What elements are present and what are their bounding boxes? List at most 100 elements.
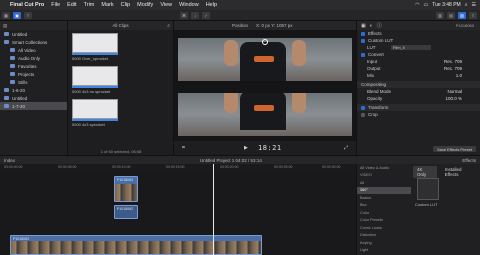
clip-item[interactable]: 5000 Over_sprocket xyxy=(72,33,118,61)
color-inspector-icon[interactable]: ◐ xyxy=(370,23,373,29)
smart-collections[interactable]: Smart Collections xyxy=(0,38,67,46)
opacity-value[interactable]: 100.0 % xyxy=(445,96,462,101)
collection-stills[interactable]: Stills xyxy=(0,78,67,86)
effects-category[interactable]: Light xyxy=(357,247,411,255)
effects-checkbox[interactable] xyxy=(361,31,365,36)
menu-edit[interactable]: Edit xyxy=(67,2,76,8)
collection-audio-only[interactable]: Audio Only xyxy=(0,54,67,62)
convert-row[interactable]: Convert xyxy=(357,51,480,58)
fullscreen-icon[interactable]: ⤢ xyxy=(344,145,348,151)
connected-clip[interactable]: P1018063 xyxy=(114,176,138,202)
clip-thumbnail[interactable] xyxy=(72,99,118,119)
effect-thumb-label: Custom LUT xyxy=(415,202,438,207)
timecode-display[interactable]: 18:21 xyxy=(258,144,282,152)
collection-projects[interactable]: Projects xyxy=(0,70,67,78)
viewer: Position X: 0 px Y: 1057 px ⌗ ▶ 18:21 ⤢ xyxy=(174,21,356,155)
timeline[interactable]: P1018063 P1018062 P1018063 xyxy=(0,173,356,255)
effects-category[interactable]: Basics xyxy=(357,194,411,202)
transform-checkbox[interactable] xyxy=(361,105,365,110)
mix-value[interactable]: 1.0 xyxy=(456,73,462,78)
event-1-6-20[interactable]: 1-6-20 xyxy=(0,86,67,94)
custom-lut-effect-thumbnail[interactable] xyxy=(417,178,439,200)
collection-favorites[interactable]: Favorites xyxy=(0,62,67,70)
libraries-toggle-icon[interactable]: ▦ xyxy=(2,12,10,19)
index-button[interactable]: Index xyxy=(4,158,15,163)
menu-modify[interactable]: Modify xyxy=(137,2,153,8)
transform-section[interactable]: Transform xyxy=(357,104,480,111)
video-frame-bottom[interactable] xyxy=(178,93,352,136)
crop-checkbox[interactable] xyxy=(361,112,365,117)
menu-help[interactable]: Help xyxy=(206,2,217,8)
effects-category[interactable]: Blur xyxy=(357,202,411,210)
share-icon[interactable]: ⇪ xyxy=(469,12,477,19)
play-icon[interactable]: ▶ xyxy=(244,145,248,151)
transform-tool-icon[interactable]: ⌗ xyxy=(182,145,185,151)
key-icon[interactable]: ⌘ xyxy=(180,12,188,19)
wifi-icon[interactable]: ◠ xyxy=(415,2,419,8)
output-value[interactable]: Rec. 709 xyxy=(444,66,462,71)
custom-lut-row[interactable]: Custom LUT xyxy=(357,37,480,44)
browser-layout-icon[interactable]: ▥ xyxy=(436,12,444,19)
effects-category[interactable]: Distortion xyxy=(357,232,411,240)
transform-handle-icon[interactable] xyxy=(262,39,268,45)
import-icon[interactable]: ↓ xyxy=(191,12,199,19)
timeline-ruler[interactable]: 00:00:00:00 00:00:05:00 00:00:10:00 00:0… xyxy=(0,164,356,173)
tab-installed-effects[interactable]: Installed Effects xyxy=(441,166,480,178)
opacity-label: Opacity xyxy=(367,96,383,101)
video-frame-top[interactable] xyxy=(178,38,352,81)
effects-category[interactable]: All xyxy=(357,179,411,187)
menu-window[interactable]: Window xyxy=(179,2,199,8)
effects-category[interactable]: Keying xyxy=(357,239,411,247)
crop-section[interactable]: Crop xyxy=(357,111,480,118)
library-untitled[interactable]: Untitled xyxy=(0,30,67,38)
effects-category[interactable]: Color Presets xyxy=(357,217,411,225)
save-effects-preset-button[interactable]: Save Effects Preset xyxy=(432,146,476,152)
primary-storyline-clip[interactable]: P1018063 xyxy=(10,235,262,255)
menu-app-name[interactable]: Final Cut Pro xyxy=(10,2,44,8)
check-icon[interactable]: ✓ xyxy=(202,12,210,19)
timeline-layout-icon[interactable]: ▤ xyxy=(447,12,455,19)
menu-file[interactable]: File xyxy=(51,2,60,8)
menu-trim[interactable]: Trim xyxy=(84,2,95,8)
position-y: Y: 1057 px xyxy=(271,23,293,28)
search-icon[interactable]: ⌕ xyxy=(465,2,468,8)
connected-clip-2[interactable]: P1018062 xyxy=(114,205,138,219)
input-value[interactable]: Rec. 709 xyxy=(444,59,462,64)
media-browser-icon[interactable]: ▣ xyxy=(13,12,21,19)
effects-category[interactable]: All Video & Audio xyxy=(357,164,411,172)
effects-category[interactable]: Comic Looks xyxy=(357,224,411,232)
effects-category-selected[interactable]: 360° xyxy=(357,186,411,194)
video-inspector-icon[interactable]: ▣ xyxy=(361,23,366,29)
menu-mark[interactable]: Mark xyxy=(101,2,113,8)
collection-all-video[interactable]: All Video xyxy=(0,46,67,54)
info-inspector-icon[interactable]: ⓘ xyxy=(377,22,382,29)
battery-icon[interactable]: ▭ xyxy=(424,2,429,8)
search-icon[interactable]: ⌕ xyxy=(167,23,170,29)
menu-clip[interactable]: Clip xyxy=(121,2,130,8)
clip-range-bar xyxy=(72,86,118,88)
libraries-icon[interactable]: ▤ xyxy=(3,23,7,29)
lut-field[interactable]: Film_ll xyxy=(391,45,431,50)
menu-view[interactable]: View xyxy=(160,2,172,8)
titles-icon[interactable]: T xyxy=(24,12,32,19)
inspector-toggle-icon[interactable]: ▧ xyxy=(458,12,466,19)
playhead[interactable] xyxy=(213,164,214,255)
effects-category[interactable]: Color xyxy=(357,209,411,217)
event-1-7-20[interactable]: 1-7-20 xyxy=(0,102,67,110)
clip-thumbnail[interactable] xyxy=(72,33,118,53)
clip-item[interactable]: 5000 4x3 no sprocket xyxy=(72,66,118,94)
clip-filter-dropdown[interactable]: All Clips xyxy=(112,23,128,28)
menu-clock[interactable]: Tue 3:48 PM xyxy=(432,2,460,8)
compositing-section[interactable]: Compositing xyxy=(357,81,480,88)
blend-mode-select[interactable]: Normal xyxy=(447,89,462,94)
convert-checkbox[interactable] xyxy=(361,52,365,57)
project-title[interactable]: Untitled Project 1 04:02 / 53:14 xyxy=(200,158,262,163)
effects-category[interactable]: VIDEO xyxy=(357,172,411,180)
custom-lut-checkbox[interactable] xyxy=(361,38,365,43)
effects-section[interactable]: Effects xyxy=(357,30,480,37)
clip-item[interactable]: 5000 4x3 sprocket xyxy=(72,99,118,127)
clip-thumbnail[interactable] xyxy=(72,66,118,86)
menu-list-icon[interactable]: ☰ xyxy=(472,2,476,8)
event-untitled[interactable]: Untitled xyxy=(0,94,67,102)
tab-4k-only[interactable]: 4K Only xyxy=(413,166,437,178)
